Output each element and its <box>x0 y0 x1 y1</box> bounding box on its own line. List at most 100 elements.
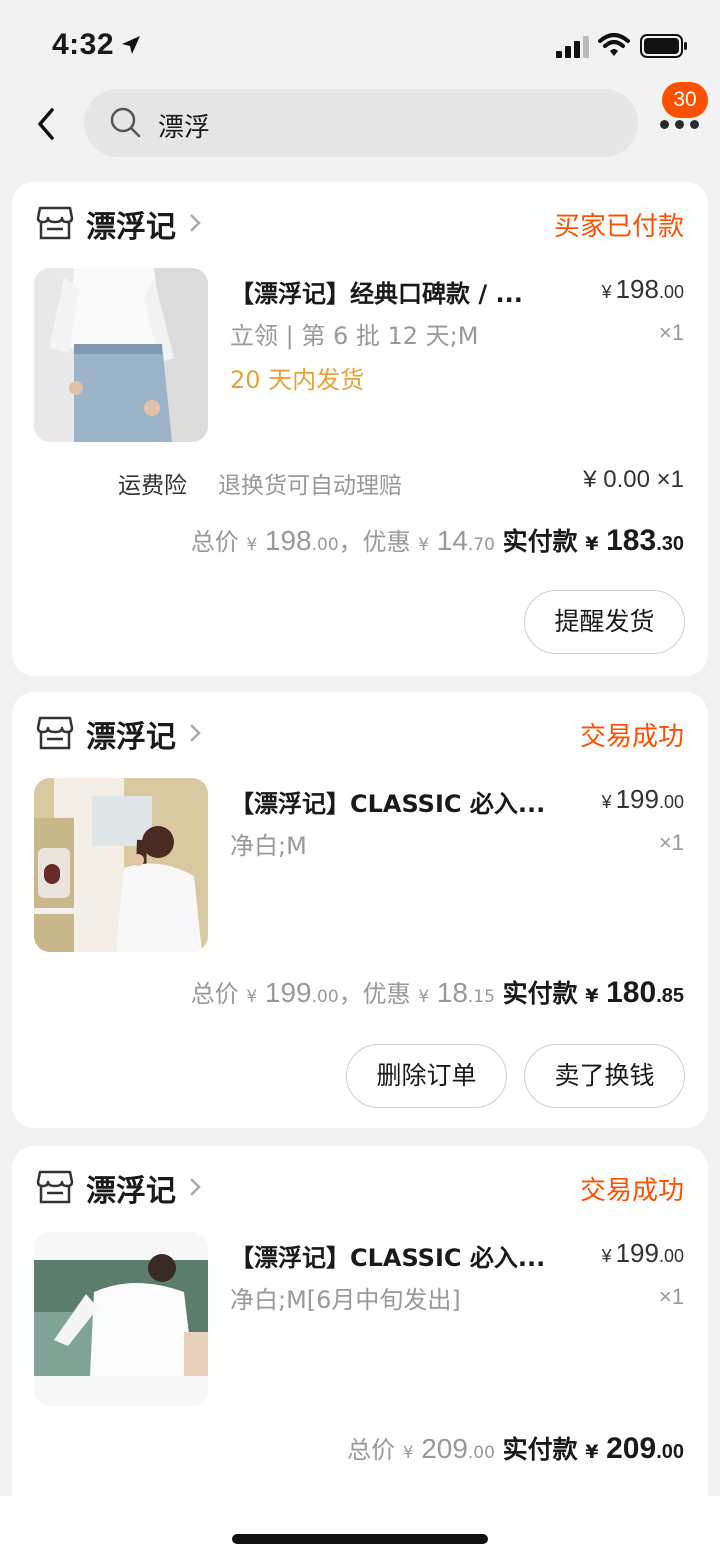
paid-int: 183 <box>606 524 657 557</box>
discount-int: 18 <box>436 977 468 1008</box>
currency-symbol: ¥ <box>601 1246 612 1266</box>
resell-button[interactable]: 卖了换钱 <box>524 1044 685 1108</box>
status-bar: 4:32 <box>0 0 720 88</box>
bottom-safe-area <box>0 1496 720 1558</box>
paid-int: 180 <box>606 976 657 1009</box>
cellular-signal-icon <box>556 36 589 58</box>
price-int: 198 <box>615 274 659 304</box>
delete-order-button[interactable]: 删除订单 <box>346 1044 507 1108</box>
order-card[interactable]: 漂浮记 交易成功 【漂浮记】CLASSIC 必入... ¥199.00 净白;M… <box>12 1146 708 1526</box>
discount-label: ，优惠 <box>338 528 411 556</box>
product-title[interactable]: 【漂浮记】CLASSIC 必入... <box>230 784 566 819</box>
currency-symbol: ¥ <box>246 987 258 1007</box>
product-sku: 净白;M <box>230 832 307 860</box>
currency-symbol: ¥ <box>418 535 430 555</box>
paid-dec: .00 <box>656 1441 684 1463</box>
shop-name[interactable]: 漂浮记 <box>86 1166 176 1210</box>
total-dec: .00 <box>311 535 339 555</box>
paid-dec: .30 <box>656 533 684 555</box>
price-dec: .00 <box>658 1246 684 1266</box>
more-dot <box>675 120 684 129</box>
order-totals: 总价 ¥ 209.00 实付款 ¥ 209.00 <box>347 1430 684 1466</box>
total-dec: .00 <box>311 987 339 1007</box>
product-title[interactable]: 【漂浮记】经典口碑款 / ... <box>230 274 566 309</box>
paid-int: 209 <box>606 1432 657 1465</box>
insurance-desc: 退换货可自动理赔 <box>218 473 402 499</box>
total-int: 198 <box>264 525 312 556</box>
order-status: 交易成功 <box>579 1176 684 1206</box>
currency-symbol: ¥ <box>601 282 612 302</box>
currency-symbol: ¥ <box>585 985 599 1007</box>
location-arrow-icon <box>122 36 140 54</box>
total-int: 209 <box>421 1433 468 1464</box>
total-dec: .00 <box>467 1443 495 1463</box>
price-dec: .00 <box>658 282 684 302</box>
home-indicator[interactable] <box>232 1534 488 1544</box>
price-int: 199 <box>615 784 659 814</box>
search-icon <box>110 107 141 138</box>
wifi-icon <box>598 33 630 56</box>
paid-label: 实付款 <box>502 1435 578 1464</box>
shop-name[interactable]: 漂浮记 <box>86 202 176 246</box>
chevron-right-icon <box>190 214 201 232</box>
battery-icon <box>640 34 687 58</box>
discount-label: ，优惠 <box>338 980 411 1008</box>
product-price: ¥198.00 <box>602 274 684 305</box>
shipping-note: 20 天内发货 <box>230 366 365 394</box>
shop-icon <box>36 1170 74 1204</box>
insurance-label: 运费险 <box>118 473 187 499</box>
product-image[interactable] <box>34 1232 208 1406</box>
product-sku: 立领 | 第 6 批 12 天;M <box>230 322 479 350</box>
order-card[interactable]: 漂浮记 买家已付款 【漂浮记】经典口碑款 / ... ¥198.00 立领 | … <box>12 182 708 676</box>
more-dot <box>690 120 699 129</box>
currency-symbol: ¥ <box>601 792 612 812</box>
paid-label: 实付款 <box>502 527 578 556</box>
more-dots-icon <box>660 120 669 129</box>
shop-name[interactable]: 漂浮记 <box>86 712 176 756</box>
total-label: 总价 <box>190 528 239 556</box>
total-label: 总价 <box>190 980 239 1008</box>
product-photo <box>34 778 208 952</box>
chevron-right-icon <box>190 1178 201 1196</box>
discount-dec: .15 <box>467 987 495 1007</box>
discount-int: 14 <box>436 525 468 556</box>
product-title[interactable]: 【漂浮记】CLASSIC 必入... <box>230 1238 566 1273</box>
total-int: 199 <box>264 977 312 1008</box>
currency-symbol: ¥ <box>402 1443 414 1463</box>
status-time: 4:32 <box>52 28 115 61</box>
product-price: ¥199.00 <box>602 1238 684 1269</box>
product-qty: ×1 <box>658 320 684 345</box>
order-status: 买家已付款 <box>553 212 684 242</box>
order-status: 交易成功 <box>579 722 684 752</box>
product-image[interactable] <box>34 778 208 952</box>
shop-icon <box>36 716 74 750</box>
search-input[interactable]: 漂浮 <box>84 89 638 157</box>
remind-shipping-button[interactable]: 提醒发货 <box>524 590 685 654</box>
product-photo <box>34 1232 208 1406</box>
currency-symbol: ¥ <box>246 535 258 555</box>
currency-symbol: ¥ <box>585 533 599 555</box>
order-card[interactable]: 漂浮记 交易成功 【漂浮记】CLASSIC 必入... ¥199.00 净白;M… <box>12 692 708 1128</box>
paid-label: 实付款 <box>502 979 578 1008</box>
order-totals: 总价 ¥ 198.00，优惠 ¥ 14.70 实付款 ¥ 183.30 <box>191 522 684 558</box>
order-totals: 总价 ¥ 199.00，优惠 ¥ 18.15 实付款 ¥ 180.85 <box>191 974 684 1010</box>
notification-badge: 30 <box>662 82 708 118</box>
paid-dec: .85 <box>656 985 684 1007</box>
back-arrow-icon[interactable] <box>30 104 64 144</box>
search-query: 漂浮 <box>158 113 211 143</box>
chevron-right-icon <box>190 724 201 742</box>
product-photo <box>34 268 208 442</box>
price-dec: .00 <box>658 792 684 812</box>
price-int: 199 <box>615 1238 659 1268</box>
product-qty: ×1 <box>658 830 684 855</box>
currency-symbol: ¥ <box>418 987 430 1007</box>
product-sku: 净白;M[6月中旬发出] <box>230 1286 461 1314</box>
product-image[interactable] <box>34 268 208 442</box>
total-label: 总价 <box>347 1436 396 1464</box>
discount-dec: .70 <box>467 535 495 555</box>
currency-symbol: ¥ <box>585 1441 599 1463</box>
shop-icon <box>36 206 74 240</box>
product-price: ¥199.00 <box>602 784 684 815</box>
insurance-price: ¥ 0.00 ×1 <box>583 466 684 493</box>
product-qty: ×1 <box>658 1284 684 1309</box>
